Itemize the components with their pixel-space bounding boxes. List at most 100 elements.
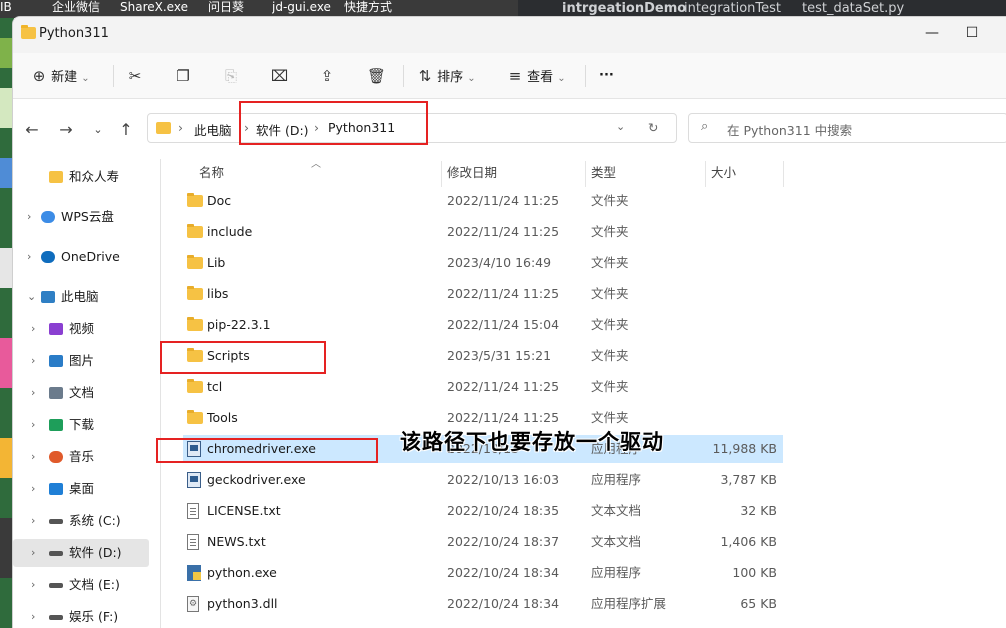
highlight-box-scripts [160,341,326,374]
file-date: 2022/10/24 18:34 [447,565,560,580]
view-label: 查看 [527,70,554,85]
sidebar-item-documents[interactable]: › 文档 [13,379,149,407]
chevron-right-icon[interactable]: › [31,411,35,439]
music-icon [49,451,63,463]
sidebar-item-downloads[interactable]: › 下载 [13,411,149,439]
sidebar-item-drive-c[interactable]: › 系统 (C:) [13,507,149,535]
highlight-box-chromedriver [156,438,378,463]
file-row[interactable]: python3.dll 2022/10/24 18:34 应用程序扩展 65 K… [183,590,783,618]
file-row[interactable]: NEWS.txt 2022/10/24 18:37 文本文档 1,406 KB [183,528,783,556]
forward-button[interactable]: → [55,119,77,141]
file-row[interactable]: libs 2022/11/24 11:25 文件夹 [183,280,783,308]
sort-button[interactable]: ⇅ 排序 ⌄ [417,65,476,87]
chevron-right-icon[interactable]: › [31,443,35,471]
file-type: 文件夹 [591,379,629,394]
sort-icon: ⇅ [418,67,432,85]
delete-button[interactable]: 🗑 [367,65,386,87]
chevron-down-icon: ⌄ [81,73,90,84]
column-divider[interactable] [585,161,586,187]
plus-circle-icon: ⊕ [32,67,46,85]
file-date: 2022/11/24 11:25 [447,286,560,301]
rename-icon: ⌧ [271,67,289,85]
file-name: python.exe [207,565,277,580]
chevron-right-icon[interactable]: › [31,475,35,503]
sidebar-item-video[interactable]: › 视频 [13,315,149,343]
refresh-icon[interactable]: ↻ [648,120,658,135]
sidebar-item-thispc[interactable]: ⌄ 此电脑 [13,283,149,311]
more-button[interactable]: ··· [599,65,614,87]
new-button[interactable]: ⊕ 新建 ⌄ [31,65,90,87]
recent-dropdown-button[interactable]: ⌄ [87,119,109,141]
copy-button[interactable]: ❐ [175,65,191,87]
file-name: Lib [207,255,226,270]
drive-icon [49,551,63,556]
paste-button[interactable]: ⎘ [223,65,239,87]
column-divider[interactable] [705,161,706,187]
chevron-right-icon[interactable]: › [31,315,35,343]
chevron-right-icon: › [178,120,183,135]
title-bar: Python311 — ☐ [13,17,1006,53]
file-row[interactable]: Doc 2022/11/24 11:25 文件夹 [183,187,783,215]
chevron-right-icon[interactable]: › [27,203,31,231]
sidebar-item-drive-e[interactable]: › 文档 (E:) [13,571,149,599]
maximize-button[interactable]: ☐ [949,17,995,49]
file-row[interactable]: pip-22.3.1 2022/11/24 15:04 文件夹 [183,311,783,339]
column-header-name[interactable]: 名称 [199,159,224,187]
separator [113,65,114,87]
chevron-down-icon[interactable]: ⌄ [27,283,36,311]
picture-icon [49,355,63,367]
rename-button[interactable]: ⌧ [271,65,289,87]
sidebar-item-drive-d[interactable]: › 软件 (D:) [13,539,149,567]
sidebar-item-music[interactable]: › 音乐 [13,443,149,471]
bg-item: IB [0,0,12,14]
file-row[interactable]: tcl 2022/11/24 11:25 文件夹 [183,373,783,401]
chevron-down-icon: ⌄ [557,73,566,84]
chevron-right-icon[interactable]: › [31,603,35,628]
file-name: NEWS.txt [207,534,266,549]
text-file-icon [187,534,199,550]
chevron-right-icon[interactable]: › [31,347,35,375]
chevron-right-icon[interactable]: › [27,243,31,271]
chevron-right-icon[interactable]: › [31,571,35,599]
column-header-date[interactable]: 修改日期 [447,159,497,187]
view-button[interactable]: ≡ 查看 ⌄ [507,65,566,87]
chevron-down-icon[interactable]: ⌄ [616,120,625,133]
onedrive-icon [41,251,55,263]
column-header-size[interactable]: 大小 [711,159,736,187]
column-header-type[interactable]: 类型 [591,159,616,187]
file-type: 文件夹 [591,317,629,332]
file-row[interactable]: include 2022/11/24 11:25 文件夹 [183,218,783,246]
back-button[interactable]: ← [21,119,43,141]
chevron-right-icon[interactable]: › [31,539,35,567]
ide-tab: integrationTest [684,1,782,16]
folder-icon [187,317,203,331]
chevron-right-icon[interactable]: › [31,379,35,407]
file-row[interactable]: LICENSE.txt 2022/10/24 18:35 文本文档 32 KB [183,497,783,525]
sidebar-item-onedrive[interactable]: › OneDrive [13,243,149,271]
sidebar-item-desktop[interactable]: › 桌面 [13,475,149,503]
file-row[interactable]: python.exe 2022/10/24 18:34 应用程序 100 KB [183,559,783,587]
share-button[interactable]: ⇪ [319,65,335,87]
sidebar-item-wps[interactable]: › WPS云盘 [13,203,149,231]
file-row[interactable]: geckodriver.exe 2022/10/13 16:03 应用程序 3,… [183,466,783,494]
up-button[interactable]: ↑ [115,119,137,141]
window-title: Python311 [39,26,109,41]
sidebar-item-label: 娱乐 (F:) [69,609,119,624]
file-name: include [207,224,253,239]
sidebar-item-drive-f[interactable]: › 娱乐 (F:) [13,603,149,628]
sidebar-item-label: 桌面 [69,481,95,496]
column-divider[interactable] [441,161,442,187]
breadcrumb-item[interactable]: 此电脑 [194,120,232,139]
file-name: tcl [207,379,223,394]
file-row[interactable]: Lib 2023/4/10 16:49 文件夹 [183,249,783,277]
sidebar-item-label: 图片 [69,353,95,368]
chevron-right-icon[interactable]: › [31,507,35,535]
cut-button[interactable]: ✂ [127,65,143,87]
search-box[interactable]: ⌕ 在 Python311 中搜索 [688,113,1006,143]
sidebar-item-hezhong[interactable]: 和众人寿 [13,163,149,191]
column-divider[interactable] [783,161,784,187]
sidebar-item-pictures[interactable]: › 图片 [13,347,149,375]
search-input[interactable]: 在 Python311 中搜索 [727,120,852,139]
sort-label: 排序 [437,70,464,85]
download-icon [49,419,63,431]
